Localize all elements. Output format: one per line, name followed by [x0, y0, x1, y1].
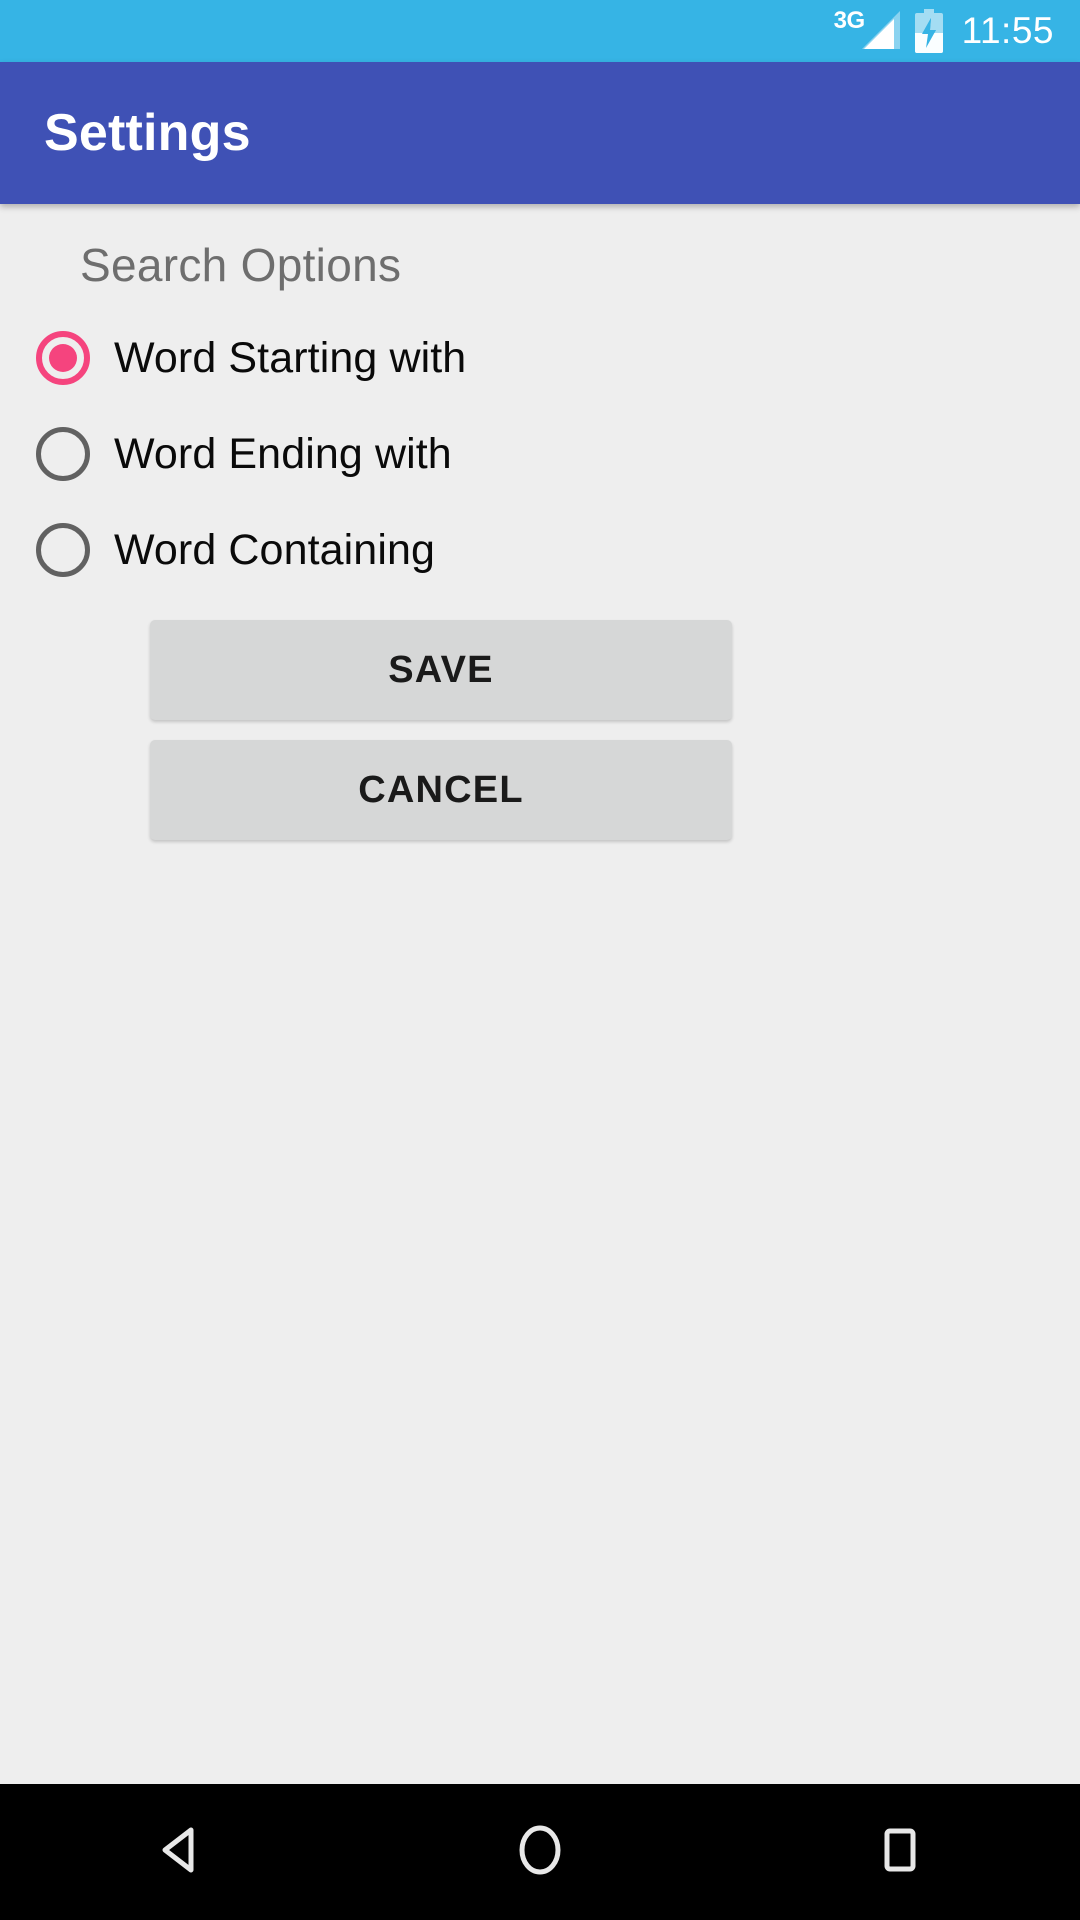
section-title-search-options: Search Options	[80, 239, 402, 291]
radio-button-selected-icon[interactable]	[36, 331, 90, 385]
app-bar: Settings	[0, 62, 1080, 204]
radio-button-unselected-icon[interactable]	[36, 523, 90, 577]
network-type-label: 3G	[833, 7, 866, 34]
home-circle-icon	[511, 1821, 569, 1884]
signal-bars-icon: 3G	[833, 7, 900, 53]
radio-option-label: Word Ending with	[114, 429, 452, 478]
android-screen: 3G 11:55 Settings Search Options Word St…	[0, 0, 1080, 1920]
radio-option-label: Word Containing	[114, 525, 435, 574]
radio-option-word-ending-with[interactable]: Word Ending with	[0, 406, 1080, 502]
page-title: Settings	[44, 104, 251, 162]
action-buttons: SAVE CANCEL	[0, 598, 1080, 840]
radio-option-word-containing[interactable]: Word Containing	[0, 502, 1080, 598]
save-button[interactable]: SAVE	[150, 620, 732, 720]
radio-button-unselected-icon[interactable]	[36, 427, 90, 481]
battery-charging-icon	[914, 9, 944, 53]
radio-option-label: Word Starting with	[114, 333, 467, 382]
signal-triangle-filled	[863, 19, 894, 49]
nav-home-button[interactable]	[465, 1784, 615, 1920]
status-bar-icons: 3G 11:55	[833, 7, 1054, 53]
nav-back-button[interactable]	[105, 1784, 255, 1920]
radio-option-word-starting-with[interactable]: Word Starting with	[0, 310, 1080, 406]
nav-recents-button[interactable]	[825, 1784, 975, 1920]
search-options-radio-group[interactable]: Word Starting with Word Ending with Word…	[0, 310, 1080, 598]
back-triangle-icon	[151, 1821, 209, 1884]
cancel-button[interactable]: CANCEL	[150, 740, 732, 840]
status-bar-clock: 11:55	[961, 10, 1054, 51]
status-bar: 3G 11:55	[0, 0, 1080, 62]
recents-square-icon	[871, 1821, 929, 1884]
system-navigation-bar	[0, 1784, 1080, 1920]
settings-content: Search Options Word Starting with Word E…	[0, 204, 1080, 1784]
